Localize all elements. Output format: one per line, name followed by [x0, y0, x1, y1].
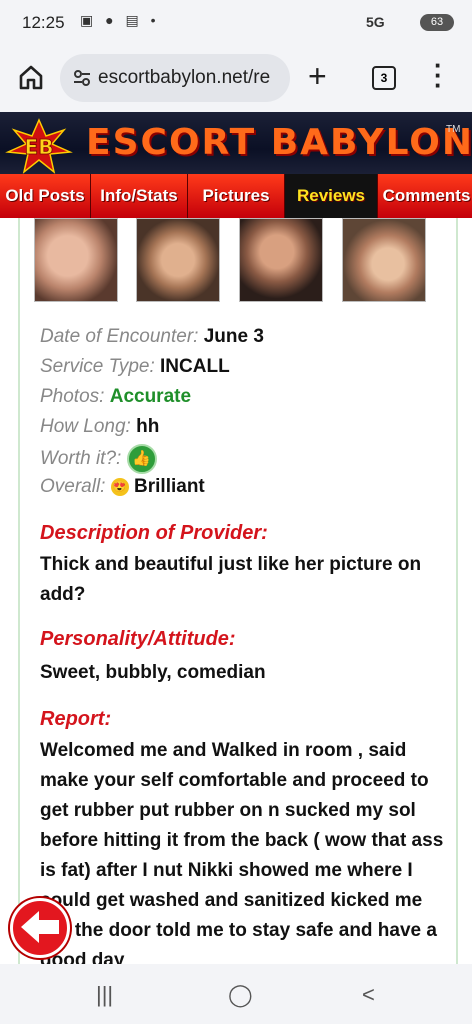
status-bar: 12:25 ▣ ● ▤ • 5G 63 — [0, 0, 472, 46]
trademark: TM — [446, 124, 461, 135]
tab-switcher-button[interactable]: 3 — [372, 66, 396, 90]
recent-apps-icon[interactable]: ||| — [96, 982, 113, 1008]
notification-icons: ▣ ● ▤ • — [80, 12, 160, 28]
nav-reviews[interactable]: Reviews — [285, 174, 378, 218]
date-row: Date of Encounter: June 3 — [40, 326, 264, 348]
overall-label: Overall: — [40, 476, 106, 497]
report-text: Welcomed me and Walked in room , said ma… — [40, 740, 444, 971]
clock: 12:25 — [22, 13, 65, 32]
url-text[interactable]: escortbabylon.net/re — [98, 67, 284, 89]
description-heading: Description of Provider: — [40, 522, 268, 544]
nav-comments[interactable]: Comments — [378, 174, 472, 218]
nav-info-stats[interactable]: Info/Stats — [91, 174, 188, 218]
back-arrow-button[interactable] — [10, 898, 70, 958]
heart-eyes-emoji-icon: 😍 — [110, 477, 129, 496]
overall-value: Brilliant — [134, 476, 205, 497]
new-tab-icon[interactable]: + — [308, 58, 327, 95]
photo-thumbnail[interactable] — [34, 218, 118, 302]
photos-value: Accurate — [109, 386, 192, 407]
photo-thumbnail[interactable] — [239, 218, 323, 302]
service-value: INCALL — [160, 356, 230, 377]
svg-text:EB: EB — [25, 135, 54, 159]
service-label: Service Type: — [40, 356, 155, 377]
howlong-label: How Long: — [40, 416, 131, 437]
howlong-value: hh — [136, 416, 160, 437]
nav-pictures[interactable]: Pictures — [188, 174, 285, 218]
eb-logo[interactable]: EB — [4, 118, 74, 174]
overflow-menu-icon[interactable]: · · · — [434, 52, 443, 98]
overall-row: Overall: 😍 Brilliant — [40, 476, 205, 498]
photo-thumbnails — [34, 218, 444, 302]
nav-old-posts[interactable]: Old Posts — [0, 174, 91, 218]
date-value: June 3 — [203, 326, 264, 347]
worth-row: Worth it?: 👍 — [40, 444, 157, 474]
back-icon[interactable]: < — [362, 982, 375, 1008]
description-text: Thick and beautiful just like her pictur… — [40, 554, 422, 605]
personality-heading: Personality/Attitude: — [40, 628, 236, 650]
photos-label: Photos: — [40, 386, 105, 407]
howlong-row: How Long: hh — [40, 416, 159, 438]
address-bar[interactable]: escortbabylon.net/re — [60, 54, 290, 102]
home-button-icon[interactable]: ◯ — [228, 982, 253, 1008]
date-label: Date of Encounter: — [40, 326, 199, 347]
network-indicator: 5G — [366, 14, 385, 30]
review-content: Date of Encounter: June 3 Service Type: … — [18, 218, 458, 971]
site-title: ESCORT BABYLON — [86, 122, 472, 163]
site-nav: Old Posts Info/Stats Pictures Reviews Co… — [0, 174, 472, 218]
photo-thumbnail[interactable] — [136, 218, 220, 302]
battery-icon: 63 — [420, 14, 454, 31]
system-nav-bar: ||| ◯ < — [0, 964, 472, 1024]
service-row: Service Type: INCALL — [40, 356, 230, 378]
report-heading: Report: — [40, 708, 112, 730]
photos-row: Photos: Accurate — [40, 386, 191, 408]
photo-thumbnail[interactable] — [342, 218, 426, 302]
personality-text: Sweet, bubbly, comedian — [40, 662, 266, 683]
thumbs-up-icon: 👍 — [126, 444, 157, 474]
site-settings-icon[interactable] — [72, 68, 92, 88]
worth-label: Worth it?: — [40, 448, 122, 470]
home-icon[interactable] — [16, 62, 46, 92]
browser-toolbar: escortbabylon.net/re + 3 · · · — [0, 46, 472, 112]
site-banner: EB ESCORT BABYLON TM — [0, 112, 472, 174]
